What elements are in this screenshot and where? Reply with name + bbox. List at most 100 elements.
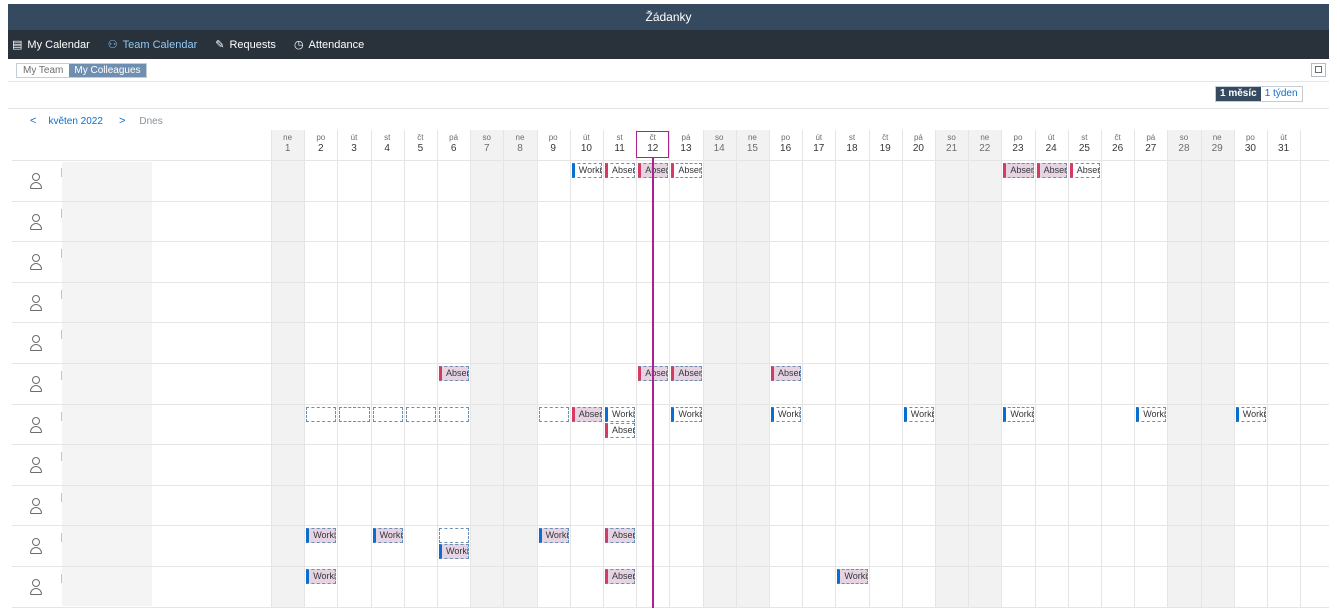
employee-name[interactable]	[61, 168, 62, 177]
day-column[interactable]	[1233, 130, 1267, 608]
person-icon	[28, 416, 44, 434]
person-icon	[28, 334, 44, 352]
my-team-button[interactable]: My Team	[17, 64, 69, 77]
working-time-entry[interactable]: Worki	[306, 528, 337, 544]
day-column[interactable]	[470, 130, 504, 608]
day-column[interactable]	[1134, 130, 1167, 608]
day-column[interactable]	[868, 130, 902, 608]
day-column[interactable]	[702, 130, 736, 608]
empty-entry[interactable]	[538, 406, 569, 422]
day-column[interactable]	[802, 130, 835, 608]
employee-name[interactable]	[61, 371, 62, 380]
prev-month-icon[interactable]: <	[30, 115, 36, 127]
row-divider	[12, 200, 1329, 202]
month-label[interactable]: květen 2022	[48, 116, 103, 127]
empty-entry[interactable]	[405, 406, 436, 422]
day-column[interactable]	[835, 130, 868, 608]
employee-name[interactable]	[61, 452, 62, 462]
day-column[interactable]	[901, 130, 935, 608]
working-time-entry[interactable]: Worki	[837, 569, 868, 584]
empty-entry[interactable]	[372, 406, 403, 422]
day-of-week: po	[548, 133, 558, 142]
working-time-entry[interactable]: Worki	[538, 528, 569, 544]
empty-entry[interactable]	[339, 406, 370, 422]
day-column[interactable]	[1200, 130, 1234, 608]
absence-entry[interactable]: Abser	[605, 569, 636, 584]
month-view-button[interactable]: 1 měsíc	[1216, 87, 1261, 101]
absence-entry[interactable]: Abser	[571, 406, 602, 422]
side-panel-button[interactable]	[1311, 63, 1326, 77]
nav-requests[interactable]: ✎ Requests	[215, 38, 276, 52]
employee-name[interactable]	[61, 249, 62, 259]
nav-my-calendar[interactable]: ▤ My Calendar	[12, 38, 90, 52]
absence-entry[interactable]: Abser	[1036, 163, 1067, 178]
today-button[interactable]: Dnes	[139, 116, 162, 127]
day-column[interactable]	[1101, 130, 1134, 608]
team-icon: ⚇	[107, 39, 118, 51]
absence-entry[interactable]: Abser	[439, 366, 470, 381]
absence-entry[interactable]: Abser	[605, 163, 636, 178]
day-column[interactable]	[1034, 130, 1068, 608]
employee-name[interactable]	[61, 330, 62, 340]
working-time-entry[interactable]: Worki	[571, 163, 602, 178]
calendar-icon: ▤	[12, 39, 23, 51]
row-divider	[12, 525, 1329, 527]
day-of-week: ne	[747, 133, 757, 142]
day-number: 25	[1078, 143, 1090, 154]
day-column[interactable]	[569, 130, 603, 608]
day-column[interactable]	[735, 130, 769, 608]
day-column[interactable]	[337, 130, 370, 608]
working-time-entry[interactable]: Worki	[1003, 406, 1034, 422]
day-header: po 30	[1234, 133, 1267, 155]
day-number: 23	[1012, 143, 1024, 154]
day-column[interactable]	[1267, 130, 1300, 608]
working-time-entry[interactable]: Worki	[771, 406, 802, 422]
next-month-icon[interactable]: >	[119, 115, 125, 127]
day-number: 1	[284, 143, 291, 154]
absence-entry[interactable]: Abser	[1003, 163, 1034, 178]
employee-name[interactable]	[61, 574, 62, 583]
day-header: ne 22	[968, 133, 1001, 155]
day-number: 20	[912, 143, 924, 154]
absence-entry[interactable]: Abser	[605, 422, 636, 438]
nav-label: Requests	[229, 38, 276, 51]
empty-entry[interactable]	[306, 406, 337, 422]
day-column[interactable]	[403, 130, 437, 608]
empty-entry[interactable]	[439, 528, 470, 544]
working-time-entry[interactable]: Worki	[903, 406, 934, 422]
employee-name[interactable]	[61, 289, 62, 299]
working-time-entry[interactable]: Worki	[671, 406, 702, 422]
working-time-entry[interactable]: Worki	[1136, 406, 1167, 422]
nav-team-calendar[interactable]: ⚇ Team Calendar	[107, 38, 197, 52]
day-column[interactable]	[503, 130, 537, 608]
working-time-entry[interactable]: Worki	[1235, 406, 1266, 422]
working-time-entry[interactable]: Worki	[306, 569, 337, 584]
working-time-entry[interactable]: Worki	[439, 544, 470, 560]
day-of-week: st	[848, 133, 856, 142]
my-colleagues-button[interactable]: My Colleagues	[69, 64, 146, 77]
day-column[interactable]	[968, 130, 1002, 608]
absence-entry[interactable]: Abser	[671, 163, 702, 178]
working-time-entry[interactable]: Worki	[372, 528, 403, 544]
person-icon	[28, 375, 44, 393]
working-time-entry[interactable]: Worki	[605, 406, 636, 422]
empty-entry[interactable]	[439, 406, 470, 422]
day-number: 18	[846, 143, 858, 154]
employee-name[interactable]	[61, 208, 62, 218]
employee-name[interactable]	[61, 533, 62, 543]
employee-name[interactable]	[61, 492, 62, 502]
absence-entry[interactable]: Abser	[771, 366, 802, 381]
week-view-button[interactable]: 1 týden	[1261, 87, 1302, 101]
absence-entry[interactable]: Abser	[605, 528, 636, 544]
absence-entry[interactable]: Abser	[671, 366, 702, 381]
day-column[interactable]	[1067, 130, 1101, 608]
nav-attendance[interactable]: ◷ Attendance	[294, 38, 364, 52]
day-column[interactable]	[935, 130, 969, 608]
employee-name[interactable]	[61, 411, 62, 421]
absence-entry[interactable]: Abser	[1069, 163, 1100, 178]
today-line	[651, 158, 654, 608]
day-number: 26	[1112, 143, 1124, 154]
day-column[interactable]	[1001, 130, 1034, 608]
day-column[interactable]	[271, 130, 305, 608]
day-column[interactable]	[1167, 130, 1201, 608]
